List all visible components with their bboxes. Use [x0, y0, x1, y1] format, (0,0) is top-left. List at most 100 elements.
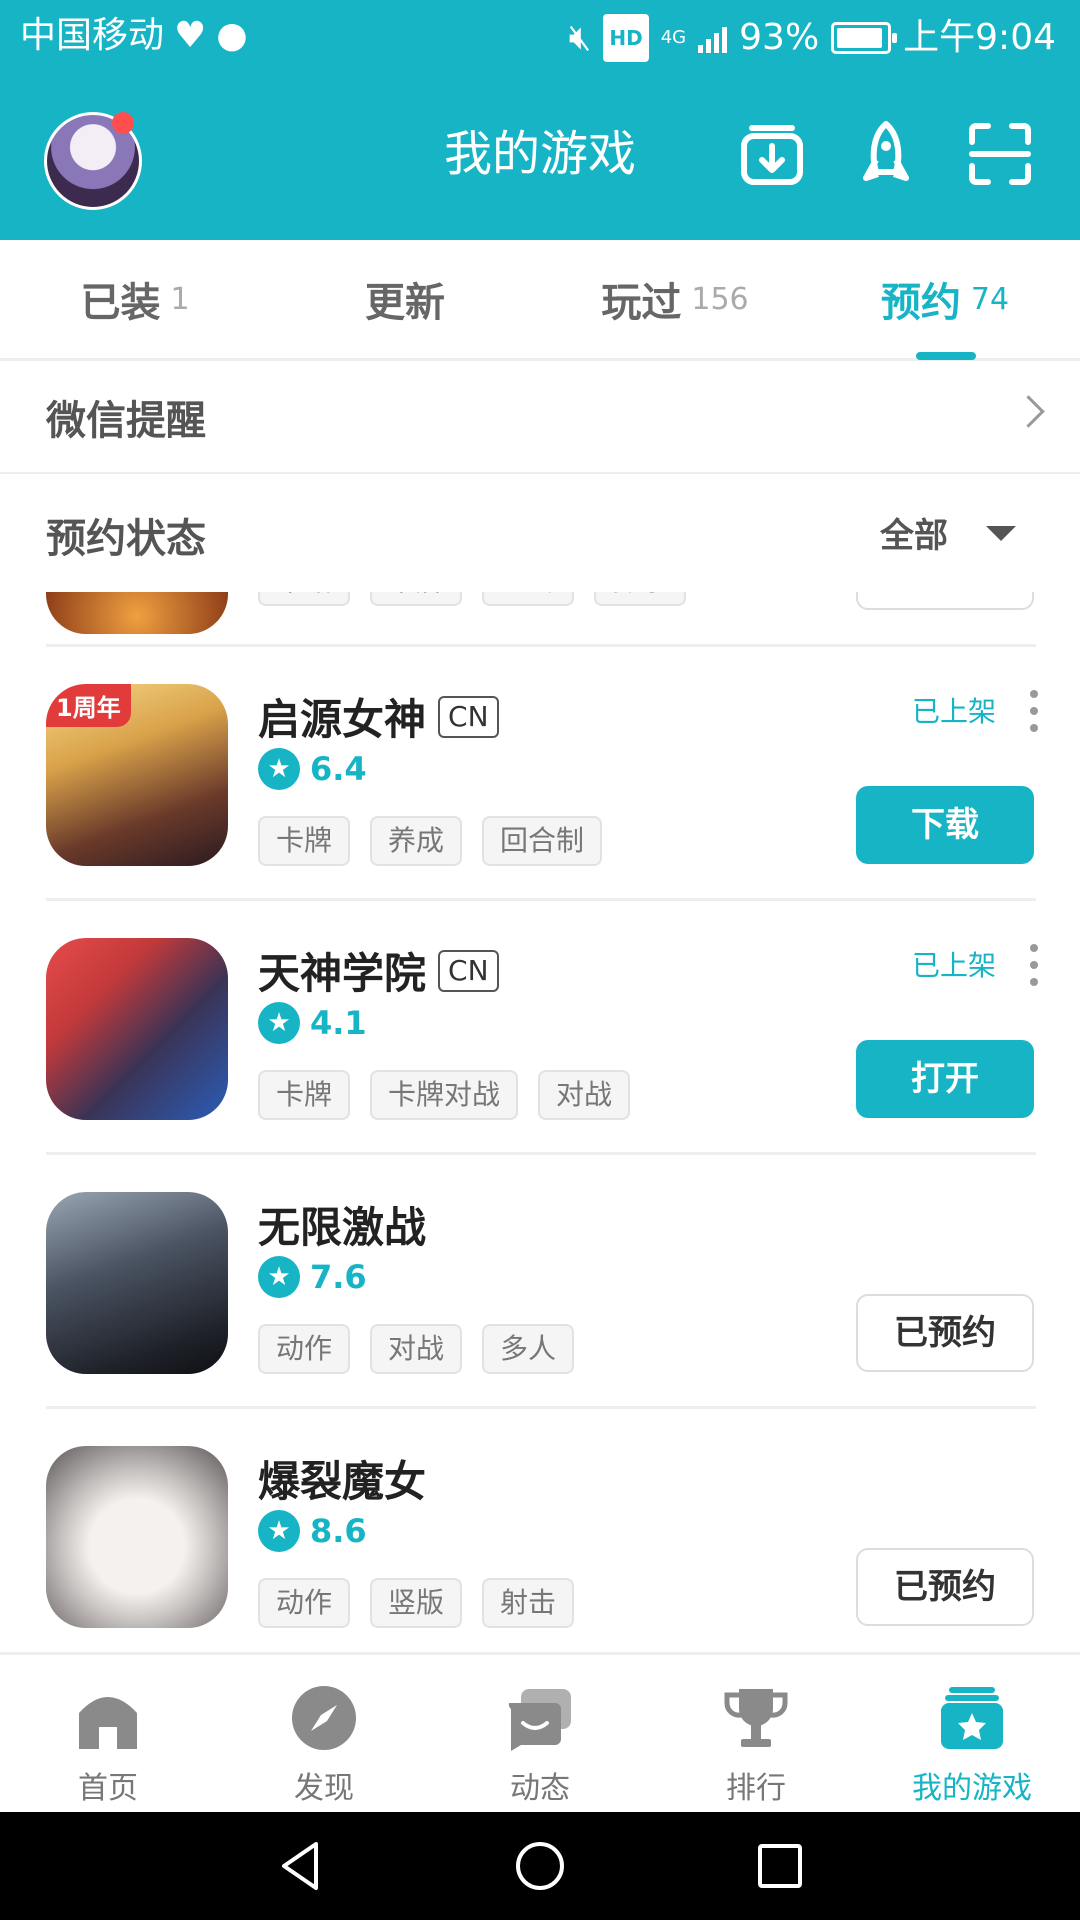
tag: 回合制: [482, 816, 603, 866]
nav-feed[interactable]: 动态: [432, 1655, 648, 1815]
game-name: 无限激战: [258, 1203, 427, 1252]
list-item[interactable]: 无限激战 ★ 7.6 动作 对战 多人 已预约: [0, 1154, 1080, 1408]
game-name: 天神学院: [258, 949, 427, 998]
tab-count: 1: [170, 281, 190, 317]
tab-count: 156: [691, 281, 749, 317]
tag: 动作: [258, 1324, 351, 1374]
tag: 卡牌: [258, 816, 351, 866]
wechat-reminder-label: 微信提醒: [46, 398, 206, 444]
rocket-icon[interactable]: [852, 120, 920, 188]
release-status: 已上架: [911, 949, 996, 982]
game-name: 启源女神: [258, 695, 427, 744]
tag: 卡牌: [258, 1070, 351, 1120]
tag: 策略: [258, 592, 351, 606]
nav-discover[interactable]: 发现: [216, 1655, 432, 1815]
nav-label: 发现: [294, 1771, 354, 1806]
reservation-status-label: 预约状态: [46, 516, 206, 562]
rating: ★ 7.6: [258, 1256, 367, 1298]
tab-label: 玩过: [601, 280, 682, 326]
mute-icon: 🔇︎: [568, 17, 592, 58]
nav-label: 排行: [726, 1771, 786, 1806]
tag: 卡牌对战: [370, 1070, 519, 1120]
wechat-reminder-row[interactable]: 微信提醒: [0, 360, 1080, 475]
game-icon: [46, 938, 228, 1120]
tag: 射击: [482, 1578, 575, 1628]
recents-icon[interactable]: [756, 1842, 804, 1890]
tag-list: 卡牌 卡牌对战 对战: [258, 1070, 631, 1120]
nav-label: 首页: [78, 1771, 138, 1806]
tab-label: 更新: [365, 280, 445, 326]
tag: 多人: [482, 1324, 575, 1374]
tag: 竖版: [370, 1578, 463, 1628]
nav-home[interactable]: 首页: [0, 1655, 216, 1815]
reservation-status-bar: 预约状态 全部: [0, 474, 1080, 592]
tab-reserved[interactable]: 预约 74: [810, 240, 1080, 358]
open-button[interactable]: 打开: [856, 1040, 1034, 1118]
rating: ★ 8.6: [258, 1510, 367, 1552]
nav-my-games[interactable]: 我的游戏: [864, 1655, 1080, 1815]
tab-count: 74: [970, 281, 1010, 317]
list-item[interactable]: 天神学院 CN ★ 4.1 卡牌 卡牌对战 对战 已上架 打开: [0, 900, 1080, 1154]
hd-badge: HD: [603, 14, 649, 62]
tag: 养成: [370, 816, 463, 866]
release-status: 已上架: [911, 695, 996, 728]
action-button[interactable]: [856, 592, 1034, 610]
list-item-partial[interactable]: 策略 卡牌 经济 探索: [0, 592, 1080, 636]
rating: ★ 6.4: [258, 748, 367, 790]
battery-percent: 93%: [739, 17, 820, 58]
tab-played[interactable]: 玩过 156: [540, 240, 810, 358]
game-list: 策略 卡牌 经济 探索 1周年 启源女神 CN ★ 6.4 卡牌 养成 回合制 已上…: [0, 592, 1080, 1652]
chevron-right-icon: [1012, 395, 1045, 428]
network-label: 4G: [660, 27, 687, 48]
tag: 动作: [258, 1578, 351, 1628]
more-options-icon[interactable]: [1030, 690, 1038, 732]
tab-installed[interactable]: 已装 1: [0, 240, 270, 358]
tag: 探索: [594, 592, 687, 606]
reserved-button[interactable]: 已预约: [856, 1294, 1034, 1372]
home-icon: [79, 1697, 137, 1749]
anniversary-badge: 1周年: [46, 684, 131, 727]
nav-ranking[interactable]: 排行: [648, 1655, 864, 1815]
game-name: 爆裂魔女: [258, 1457, 427, 1506]
status-bar: 中国移动 ♥ ● 🔇︎ HD 4G 93% 上午9:04: [0, 0, 1080, 72]
download-button[interactable]: 下载: [856, 786, 1034, 864]
game-icon: [46, 1192, 228, 1374]
rating-value: 7.6: [310, 1258, 367, 1296]
nav-label: 动态: [510, 1771, 570, 1806]
game-icon: [46, 1446, 228, 1628]
download-icon[interactable]: [738, 120, 806, 188]
back-icon[interactable]: [276, 1840, 328, 1892]
notification-icon: ●: [216, 15, 248, 56]
reserved-button[interactable]: 已预约: [856, 1548, 1034, 1626]
rating-value: 4.1: [310, 1004, 367, 1042]
star-icon: ★: [258, 1002, 300, 1044]
region-badge: CN: [438, 949, 499, 992]
bottom-nav: 首页 发现 动态 排行 我的游戏: [0, 1652, 1080, 1815]
health-icon: ♥: [174, 15, 207, 56]
tab-label: 已装: [80, 280, 161, 326]
star-icon: ★: [258, 1510, 300, 1552]
chat-icon: [508, 1689, 571, 1751]
star-icon: ★: [258, 1256, 300, 1298]
rating: ★ 4.1: [258, 1002, 367, 1044]
my-games-icon: [941, 1687, 1003, 1749]
scan-icon[interactable]: [966, 120, 1034, 188]
clock: 上午9:04: [903, 17, 1056, 58]
game-icon: 1周年: [46, 684, 228, 866]
tab-label: 预约: [880, 280, 961, 326]
game-icon: [46, 592, 228, 634]
battery-icon: [831, 22, 898, 54]
more-options-icon[interactable]: [1030, 944, 1038, 986]
star-icon: ★: [258, 748, 300, 790]
active-tab-indicator: [916, 352, 976, 360]
nav-label: 我的游戏: [912, 1771, 1032, 1806]
tag: 对战: [538, 1070, 631, 1120]
list-item[interactable]: 1周年 启源女神 CN ★ 6.4 卡牌 养成 回合制 已上架 下载: [0, 646, 1080, 900]
carrier-label: 中国移动: [20, 15, 165, 56]
home-circle-icon[interactable]: [514, 1840, 566, 1892]
tab-updates[interactable]: 更新: [270, 240, 540, 358]
status-filter-dropdown[interactable]: 全部: [880, 508, 948, 557]
list-item[interactable]: 爆裂魔女 ★ 8.6 动作 竖版 射击 已预约: [0, 1408, 1080, 1652]
rating-value: 8.6: [310, 1512, 367, 1550]
tag-list: 策略 卡牌 经济 探索: [258, 592, 687, 606]
